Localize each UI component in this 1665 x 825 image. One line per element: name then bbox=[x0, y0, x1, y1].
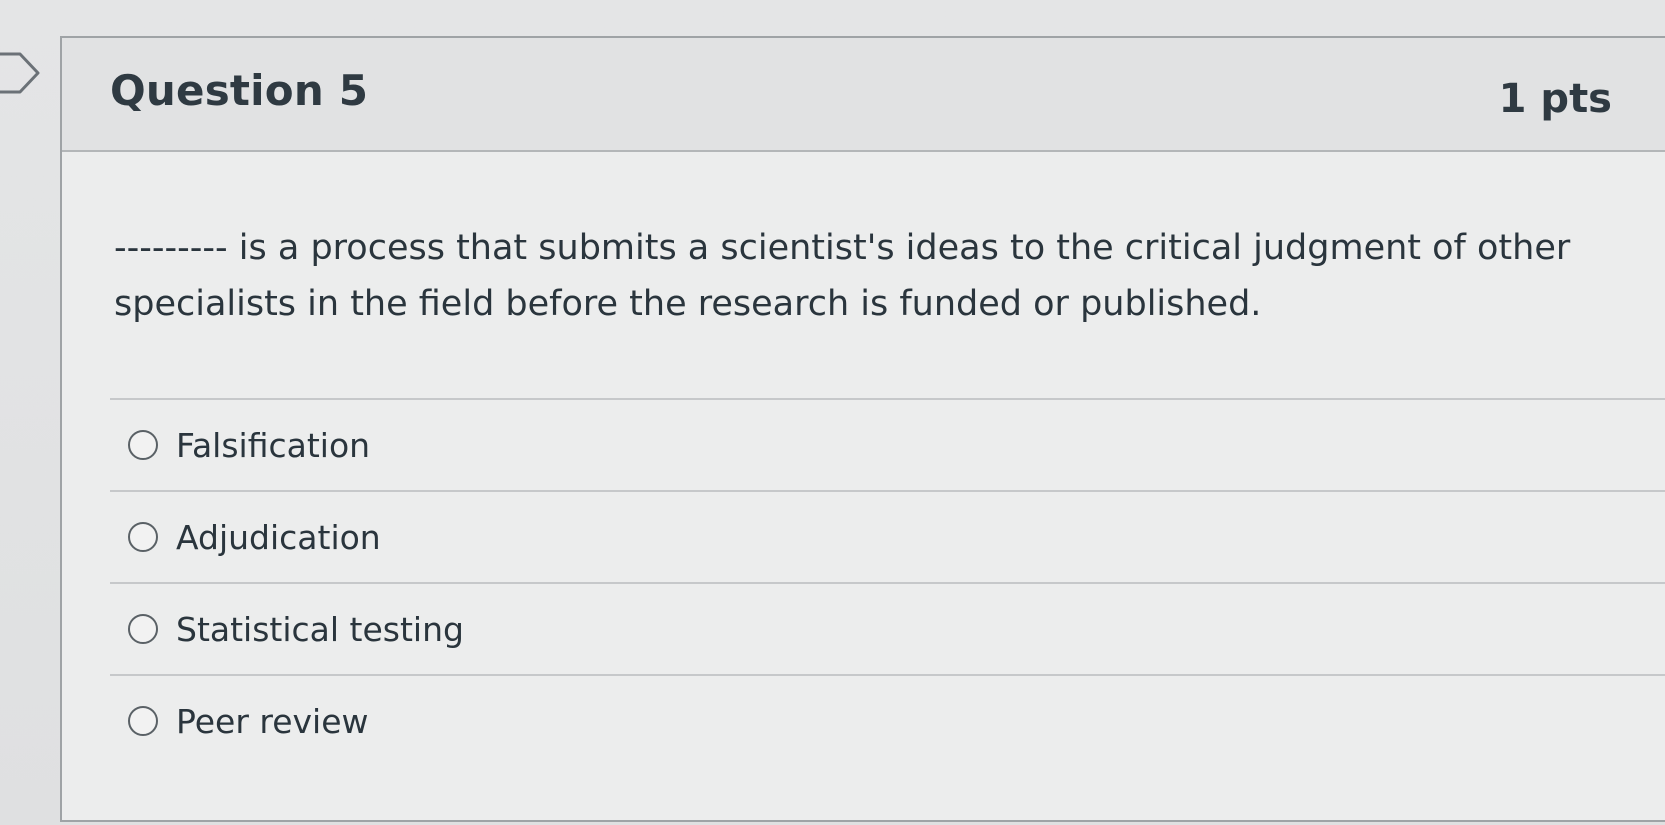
radio-unselected-icon[interactable] bbox=[128, 614, 158, 644]
answer-option-peer-review[interactable]: Peer review bbox=[110, 676, 1665, 766]
answer-label[interactable]: Adjudication bbox=[176, 518, 381, 557]
flag-marker-icon[interactable] bbox=[0, 52, 42, 94]
answer-list: Falsification Adjudication Statistical t… bbox=[110, 398, 1665, 766]
answer-option-adjudication[interactable]: Adjudication bbox=[110, 492, 1665, 582]
radio-unselected-icon[interactable] bbox=[128, 522, 158, 552]
radio-unselected-icon[interactable] bbox=[128, 430, 158, 460]
answer-option-falsification[interactable]: Falsification bbox=[110, 400, 1665, 490]
question-title: Question 5 bbox=[110, 66, 369, 115]
radio-unselected-icon[interactable] bbox=[128, 706, 158, 736]
question-text: --------- is a process that submits a sc… bbox=[114, 228, 1571, 324]
question-card: Question 5 1 pts --------- is a process … bbox=[60, 36, 1665, 822]
answer-label[interactable]: Statistical testing bbox=[176, 610, 464, 649]
answer-label[interactable]: Falsification bbox=[176, 426, 370, 465]
question-points: 1 pts bbox=[1498, 76, 1612, 122]
question-header: Question 5 1 pts bbox=[62, 38, 1665, 152]
answer-option-statistical-testing[interactable]: Statistical testing bbox=[110, 584, 1665, 674]
answer-label[interactable]: Peer review bbox=[176, 702, 369, 741]
